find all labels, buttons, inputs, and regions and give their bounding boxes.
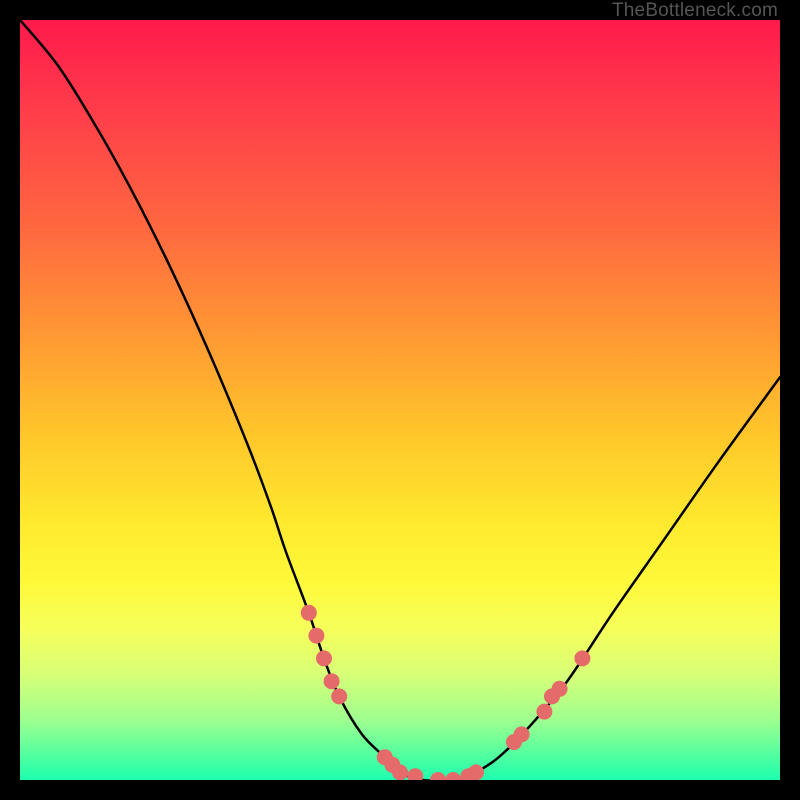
highlight-dot — [331, 688, 347, 704]
highlight-dots — [301, 605, 591, 780]
plot-area — [20, 20, 780, 780]
highlight-dot — [324, 673, 340, 689]
highlight-dot — [392, 764, 408, 780]
curve-svg — [20, 20, 780, 780]
chart-frame: TheBottleneck.com — [0, 0, 800, 800]
bottleneck-curve-line — [20, 20, 780, 780]
highlight-dot — [514, 726, 530, 742]
highlight-dot — [301, 605, 317, 621]
highlight-dot — [407, 768, 423, 780]
highlight-dot — [468, 764, 484, 780]
highlight-dot — [430, 772, 446, 780]
highlight-dot — [445, 772, 461, 780]
highlight-dot — [536, 704, 552, 720]
highlight-dot — [316, 650, 332, 666]
highlight-dot — [552, 681, 568, 697]
highlight-dot — [308, 628, 324, 644]
watermark-text: TheBottleneck.com — [612, 0, 778, 22]
highlight-dot — [574, 650, 590, 666]
